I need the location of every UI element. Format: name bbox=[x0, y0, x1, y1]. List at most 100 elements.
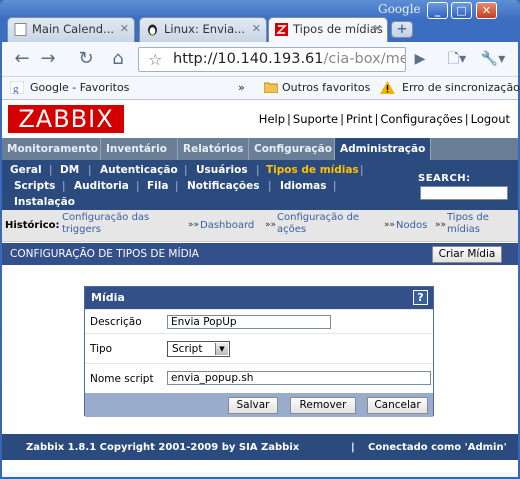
submenu-tipos-de-midias[interactable]: Tipos de mídias bbox=[266, 164, 359, 176]
form-row-type: Tipo Script ▼ bbox=[85, 333, 433, 363]
maximize-button[interactable]: □ bbox=[451, 2, 472, 19]
tab-linux[interactable]: Linux: Envia... ✕ bbox=[139, 17, 267, 42]
submenu-dm[interactable]: DM bbox=[60, 164, 79, 176]
description-label: Descrição bbox=[90, 316, 142, 328]
tab-label: Linux: Envia... bbox=[164, 22, 246, 36]
other-bookmarks[interactable]: Outros favoritos bbox=[282, 81, 370, 94]
copyright-text: Zabbix 1.8.1 Copyright 2001-2009 by SIA … bbox=[26, 442, 300, 453]
type-select[interactable]: Script ▼ bbox=[167, 341, 230, 357]
home-icon[interactable]: ⌂ bbox=[106, 48, 130, 70]
submenu-fila[interactable]: Fila bbox=[147, 180, 168, 192]
submenu-geral[interactable]: Geral bbox=[10, 164, 42, 176]
menu-relatorios[interactable]: Relatórios bbox=[178, 138, 249, 160]
logged-in-user: Conectado como 'Admin' bbox=[368, 442, 507, 453]
chevron-down-icon: ▼ bbox=[215, 343, 228, 355]
search-label: SEARCH: bbox=[418, 173, 471, 184]
wrench-menu-icon[interactable]: 🔧▾ bbox=[478, 48, 508, 70]
warning-icon bbox=[380, 81, 395, 95]
menu-inventario[interactable]: Inventário bbox=[101, 138, 178, 160]
tab-label: Tipos de mídias bbox=[293, 22, 383, 36]
google-favicon: g bbox=[9, 80, 25, 95]
close-tab-icon[interactable]: ✕ bbox=[120, 22, 129, 35]
close-tab-icon[interactable]: ✕ bbox=[373, 22, 382, 35]
save-button[interactable]: Salvar bbox=[228, 397, 278, 414]
type-selected-value: Script bbox=[172, 343, 203, 355]
menu-administracao[interactable]: Administração bbox=[335, 138, 431, 160]
bookmark-star-icon[interactable]: ☆ bbox=[148, 50, 162, 69]
bookmark-google-favoritos[interactable]: Google - Favoritos bbox=[30, 81, 129, 94]
folder-icon bbox=[263, 81, 279, 94]
section-title: CONFIGURAÇÃO DE TIPOS DE MÍDIA bbox=[10, 248, 199, 260]
media-type-form: Mídia ? Descrição Envia PopUp Tipo Scrip… bbox=[84, 286, 434, 417]
support-link[interactable]: Suporte bbox=[293, 112, 338, 126]
help-link[interactable]: Help bbox=[259, 112, 285, 126]
address-bar[interactable]: http://10.140.193.61/cia-box/media bbox=[138, 47, 406, 72]
minimize-button[interactable]: _ bbox=[427, 2, 448, 19]
create-media-button[interactable]: Criar Mídia bbox=[432, 246, 502, 263]
submenu-auditoria[interactable]: Auditoria bbox=[74, 180, 129, 192]
description-field[interactable]: Envia PopUp bbox=[167, 315, 331, 329]
breadcrumb-separator-icon: »» bbox=[265, 220, 277, 230]
type-label: Tipo bbox=[90, 343, 113, 355]
page-icon bbox=[14, 23, 27, 36]
script-name-label: Nome script bbox=[90, 373, 154, 385]
submenu-notificacoes[interactable]: Notificações bbox=[187, 180, 260, 192]
zabbix-favicon bbox=[275, 23, 288, 36]
submenu-autenticacao[interactable]: Autenticação bbox=[100, 164, 178, 176]
main-menu: Monitoramento Inventário Relatórios Conf… bbox=[2, 138, 518, 160]
svg-text:g: g bbox=[13, 83, 19, 94]
url-path: /cia-box/media bbox=[323, 51, 405, 67]
zabbix-logo[interactable]: ZABBIX bbox=[8, 105, 124, 133]
browser-toolbar: ← → ↻ ⌂ http://10.140.193.61/cia-box/med… bbox=[2, 42, 518, 77]
tux-icon bbox=[148, 24, 157, 36]
main-content: Mídia ? Descrição Envia PopUp Tipo Scrip… bbox=[2, 265, 518, 434]
menu-configuracao[interactable]: Configuração bbox=[249, 138, 335, 160]
cancel-button[interactable]: Cancelar bbox=[367, 397, 428, 414]
history-item-tipos-de-midias[interactable]: Tipos de mídias bbox=[447, 212, 489, 236]
sync-error-link[interactable]: Erro de sincronização bbox=[402, 81, 520, 94]
url-host: http://10.140.193.61 bbox=[173, 51, 324, 67]
section-header: CONFIGURAÇÃO DE TIPOS DE MÍDIA Criar Míd… bbox=[2, 243, 518, 265]
submenu-scripts[interactable]: Scripts bbox=[14, 180, 55, 192]
tab-tipos-de-midias[interactable]: Tipos de mídias ✕ bbox=[268, 17, 388, 43]
script-name-field[interactable]: envia_popup.sh bbox=[167, 371, 431, 385]
top-links: Help | Suporte | Print | Configurações | Logout bbox=[258, 112, 510, 126]
print-link[interactable]: Print bbox=[346, 112, 372, 126]
history-item-dashboard[interactable]: Dashboard bbox=[200, 220, 254, 232]
footer-separator: | bbox=[351, 442, 355, 453]
form-actions: Salvar Remover Cancelar bbox=[85, 393, 433, 417]
close-window-button[interactable]: ✕ bbox=[476, 2, 497, 19]
bookmarks-bar: g Google - Favoritos » Outros favoritos … bbox=[2, 77, 520, 100]
page-menu-icon[interactable]: 🗋▾ bbox=[442, 48, 472, 70]
breadcrumb: Histórico: Configuração das triggers »» D… bbox=[2, 210, 518, 242]
title-bar: Google _ □ ✕ Main Calend... ✕ Linux: Env… bbox=[0, 0, 520, 43]
forward-icon[interactable]: → bbox=[36, 48, 60, 70]
submenu-instalacao[interactable]: Instalação bbox=[14, 196, 75, 208]
breadcrumb-separator-icon: »» bbox=[384, 220, 396, 230]
go-icon[interactable]: ▶ bbox=[408, 48, 432, 70]
zabbix-header: ZABBIX Help | Suporte | Print | Configurações |… bbox=[2, 100, 518, 138]
submenu-usuarios[interactable]: Usuários bbox=[196, 164, 248, 176]
breadcrumb-separator-icon: »» bbox=[435, 220, 447, 230]
bookmarks-overflow-icon[interactable]: » bbox=[238, 81, 245, 94]
history-item-triggers[interactable]: Configuração das triggers bbox=[62, 212, 149, 236]
history-item-acoes[interactable]: Configuração de ações bbox=[277, 212, 359, 236]
close-tab-icon[interactable]: ✕ bbox=[252, 22, 261, 35]
form-title: Mídia ? bbox=[85, 287, 433, 309]
help-icon[interactable]: ? bbox=[413, 290, 428, 305]
history-item-nodos[interactable]: Nodos bbox=[396, 220, 427, 232]
logout-link[interactable]: Logout bbox=[471, 112, 510, 126]
tab-main-calendar[interactable]: Main Calend... ✕ bbox=[7, 17, 135, 42]
page-footer: Zabbix 1.8.1 Copyright 2001-2009 by SIA … bbox=[2, 434, 518, 460]
web-page: ZABBIX Help | Suporte | Print | Configurações |… bbox=[2, 100, 518, 472]
menu-monitoramento[interactable]: Monitoramento bbox=[2, 138, 101, 160]
profile-link[interactable]: Configurações bbox=[380, 112, 462, 126]
back-icon[interactable]: ← bbox=[10, 48, 34, 70]
new-tab-button[interactable]: + bbox=[391, 21, 413, 38]
browser-brand: Google bbox=[378, 2, 421, 16]
browser-window: Google _ □ ✕ Main Calend... ✕ Linux: Env… bbox=[0, 0, 520, 479]
remove-button[interactable]: Remover bbox=[290, 397, 356, 414]
reload-icon[interactable]: ↻ bbox=[74, 48, 98, 70]
submenu-idiomas[interactable]: Idiomas bbox=[280, 180, 327, 192]
search-input[interactable] bbox=[420, 186, 508, 200]
